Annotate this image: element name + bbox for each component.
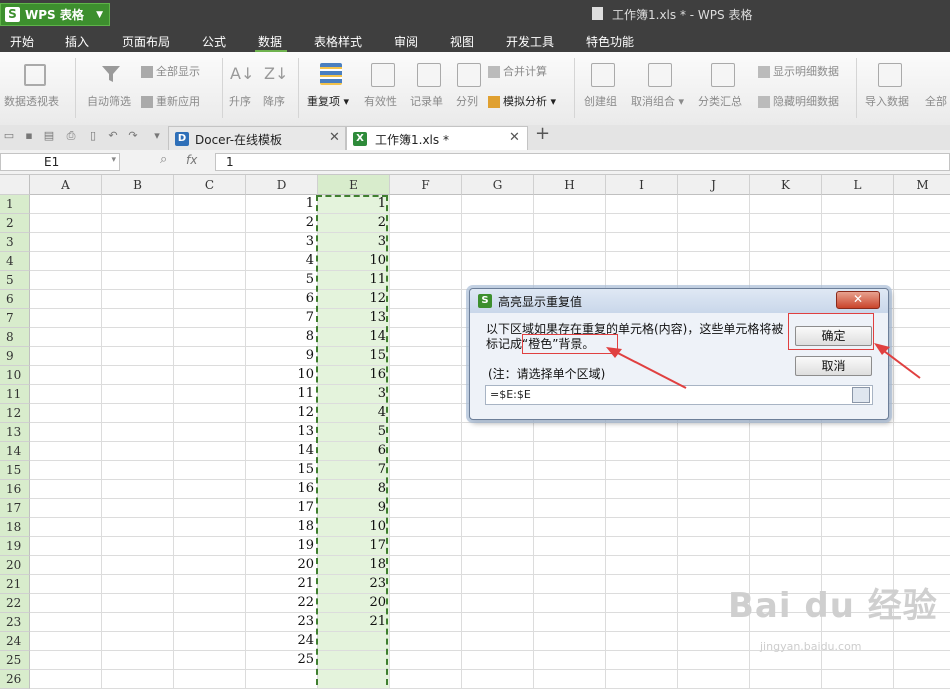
baidu-watermark-url: jingyan.baidu.com [760,640,862,653]
baidu-watermark: Bai du 经验 [728,586,938,626]
